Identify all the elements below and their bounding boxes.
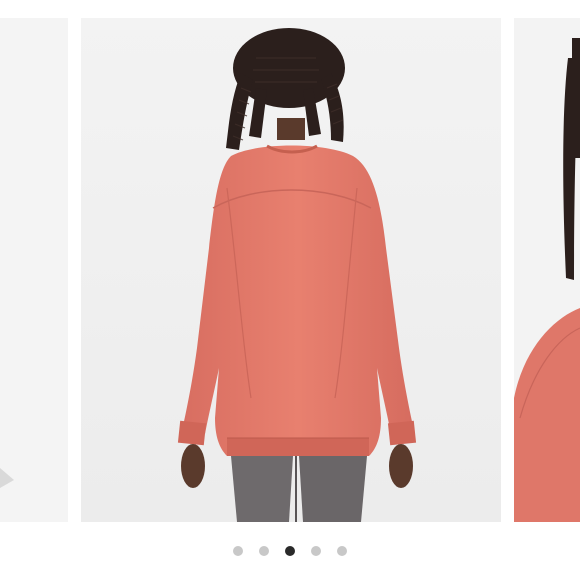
carousel-dot-4[interactable] bbox=[311, 546, 321, 556]
carousel-dot-3-active[interactable] bbox=[285, 546, 295, 556]
carousel-dot-1[interactable] bbox=[233, 546, 243, 556]
product-image-carousel[interactable] bbox=[0, 0, 580, 580]
carousel-dot-2[interactable] bbox=[259, 546, 269, 556]
carousel-dot-5[interactable] bbox=[337, 546, 347, 556]
product-image-previous bbox=[0, 18, 68, 522]
product-image-next bbox=[514, 18, 580, 522]
carousel-slide-current[interactable] bbox=[81, 18, 501, 522]
carousel-pagination bbox=[0, 545, 580, 557]
product-image-current bbox=[81, 18, 501, 522]
carousel-slide-next[interactable] bbox=[514, 18, 580, 522]
carousel-slide-previous[interactable] bbox=[0, 18, 68, 522]
